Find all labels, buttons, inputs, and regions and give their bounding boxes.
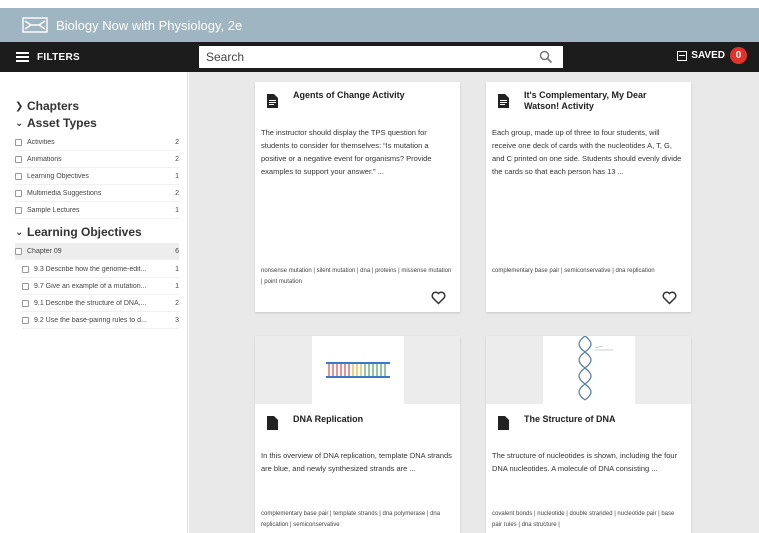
heart-icon[interactable] — [431, 291, 446, 305]
card-thumbnail — [255, 336, 460, 404]
saved-icon — [677, 50, 688, 61]
card-title[interactable]: Agents of Change Activity — [293, 90, 453, 101]
checkbox[interactable] — [22, 282, 29, 290]
filter-count: 2 — [175, 155, 179, 163]
filter-sidebar: ❯ Chapters ⌄ Asset Types Activities 2 An… — [0, 72, 188, 533]
chevron-down-icon: ⌄ — [15, 117, 24, 129]
learning-objectives-label: Learning Objectives — [27, 225, 142, 239]
learning-objectives-toggle[interactable]: ⌄ Learning Objectives — [15, 225, 142, 239]
document-icon — [267, 94, 278, 108]
checkbox[interactable] — [22, 316, 29, 324]
filter-count: 1 — [175, 282, 179, 290]
filter-count: 3 — [175, 316, 179, 324]
results-grid: Agents of Change Activity The instructor… — [189, 72, 759, 533]
saved-count-badge: 0 — [730, 47, 747, 64]
toolbar: FILTERS Search SAVED 0 — [0, 42, 759, 72]
filter-sample-lectures[interactable]: Sample Lectures 1 — [15, 202, 179, 219]
card-title[interactable]: DNA Replication — [293, 414, 443, 425]
card-title[interactable]: It's Complementary, My Dear Watson! Acti… — [524, 90, 674, 112]
filter-count: 6 — [175, 247, 179, 255]
dna-structure-image — [543, 335, 635, 404]
document-icon — [498, 94, 509, 108]
filter-objective-9-1[interactable]: 9.1 Describe the structure of DNA,... 2 — [22, 295, 179, 312]
saved-label: SAVED — [691, 50, 725, 61]
app-logo-icon — [22, 17, 48, 33]
saved-button[interactable]: SAVED 0 — [677, 47, 747, 64]
checkbox[interactable] — [15, 138, 22, 146]
filter-animations[interactable]: Animations 2 — [15, 151, 179, 168]
chapters-toggle[interactable]: ❯ Chapters — [15, 99, 79, 113]
dna-ladder-icon — [326, 362, 390, 378]
filter-label: Chapter 09 — [27, 247, 62, 255]
filter-label: Sample Lectures — [27, 206, 80, 214]
app-titlebar: Biology Now with Physiology, 2e — [0, 8, 759, 42]
card-description: In this overview of DNA replication, tem… — [261, 451, 452, 473]
menu-icon — [16, 52, 29, 62]
checkbox[interactable] — [22, 265, 29, 273]
filter-count: 1 — [175, 265, 179, 273]
card-tags: complementary base pair | semiconservati… — [492, 268, 655, 274]
filter-chapter-09[interactable]: Chapter 09 6 — [15, 243, 179, 260]
filters-label: FILTERS — [37, 51, 81, 63]
card-thumbnail — [486, 335, 691, 404]
filter-count: 2 — [175, 138, 179, 146]
filter-label: 9.3 Describe how the genome-edit... — [34, 265, 147, 273]
filters-button[interactable]: FILTERS — [16, 52, 80, 63]
card-description: The structure of nucleotides is shown, i… — [492, 451, 678, 473]
filter-count: 1 — [175, 172, 179, 180]
filter-label: Activities — [27, 138, 55, 146]
search-icon[interactable] — [539, 50, 553, 64]
filter-objective-9-2[interactable]: 9.2 Use the base-pairing rules to d... 3 — [22, 312, 179, 329]
checkbox[interactable] — [15, 172, 22, 180]
search-placeholder: Search — [206, 50, 245, 64]
resource-card[interactable]: Agents of Change Activity The instructor… — [255, 82, 460, 312]
resource-card[interactable]: The Structure of DNA The structure of nu… — [486, 335, 691, 533]
dna-replication-image — [312, 336, 404, 404]
card-description: Each group, made up of three to four stu… — [492, 128, 682, 176]
filter-objective-9-7[interactable]: 9.7 Give an example of a mutation... 1 — [22, 278, 179, 295]
filter-label: 9.7 Give an example of a mutation... — [34, 282, 147, 290]
card-description: The instructor should display the TPS qu… — [261, 128, 432, 176]
search-input[interactable]: Search — [199, 46, 563, 68]
filter-label: 9.1 Describe the structure of DNA,... — [34, 299, 147, 307]
filter-count: 2 — [175, 189, 179, 197]
resource-card[interactable]: DNA Replication In this overview of DNA … — [255, 336, 460, 533]
app-title: Biology Now with Physiology, 2e — [56, 17, 243, 33]
heart-icon[interactable] — [662, 291, 677, 305]
document-icon — [267, 416, 278, 430]
chevron-down-icon: ⌄ — [15, 226, 24, 238]
dna-helix-icon — [578, 335, 613, 401]
chapters-label: Chapters — [27, 99, 80, 113]
card-tags: covalent bonds | nucleotide | double str… — [492, 511, 675, 528]
filter-multimedia-suggestions[interactable]: Multimedia Suggestions 2 — [15, 185, 179, 202]
asset-types-label: Asset Types — [27, 116, 97, 130]
asset-types-toggle[interactable]: ⌄ Asset Types — [15, 116, 97, 130]
filter-count: 2 — [175, 299, 179, 307]
filter-label: Animations — [27, 155, 62, 163]
filter-label: 9.2 Use the base-pairing rules to d... — [34, 316, 147, 324]
card-title[interactable]: The Structure of DNA — [524, 414, 674, 425]
resource-card[interactable]: It's Complementary, My Dear Watson! Acti… — [486, 82, 691, 312]
checkbox[interactable] — [15, 206, 22, 214]
filter-count: 1 — [175, 206, 179, 214]
filter-label: Learning Objectives — [27, 172, 89, 180]
checkbox[interactable] — [15, 155, 22, 163]
filter-label: Multimedia Suggestions — [27, 189, 102, 197]
filter-learning-objectives[interactable]: Learning Objectives 1 — [15, 168, 179, 185]
checkbox[interactable] — [22, 299, 29, 307]
document-icon — [498, 416, 509, 430]
card-tags: complementary base pair | template stran… — [261, 511, 441, 528]
filter-objective-9-3[interactable]: 9.3 Describe how the genome-edit... 1 — [22, 261, 179, 278]
chevron-right-icon: ❯ — [15, 100, 24, 112]
filter-activities[interactable]: Activities 2 — [15, 134, 179, 151]
card-tags: nonsense mutation | silent mutation | dn… — [261, 268, 452, 285]
checkbox[interactable] — [15, 247, 22, 255]
checkbox[interactable] — [15, 189, 22, 197]
